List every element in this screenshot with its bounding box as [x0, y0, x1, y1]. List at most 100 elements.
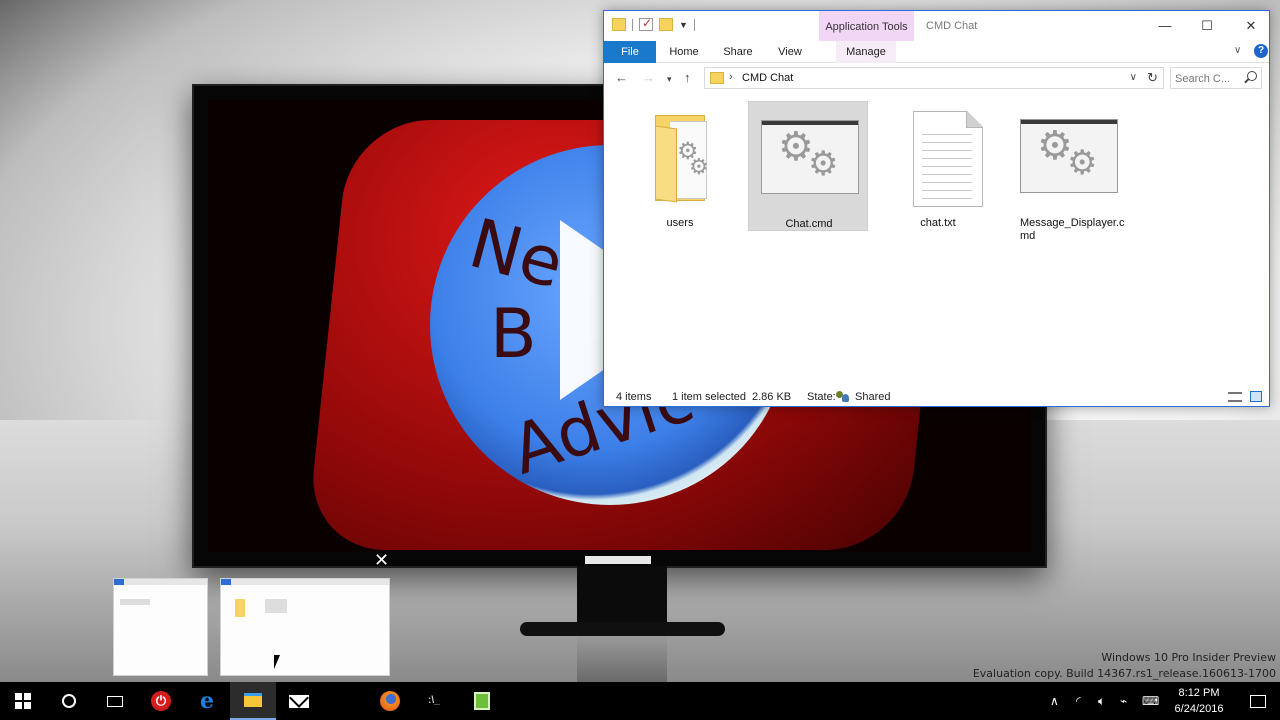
toolbar-separator — [693, 18, 695, 31]
clock-time: 8:12 PM — [1178, 687, 1220, 699]
mail-icon — [289, 694, 309, 708]
tab-file[interactable]: File — [604, 41, 656, 63]
taskbar-thumbnail-2[interactable] — [220, 578, 390, 676]
address-bar[interactable]: › CMD Chat ∨ ↻ — [704, 67, 1164, 89]
contextual-tab-application-tools: Application Tools — [819, 11, 914, 41]
file-name: Chat.cmd — [785, 218, 833, 230]
new-folder-icon[interactable] — [659, 18, 673, 31]
thumbnail-file-icon — [265, 599, 287, 613]
start-button[interactable] — [0, 682, 46, 720]
file-explorer-button[interactable] — [230, 682, 276, 720]
file-name-line-1: Message_Displayer.c — [1020, 217, 1125, 229]
back-arrow-icon[interactable]: ← — [615, 70, 628, 85]
file-item-chat-cmd[interactable]: ⚙ ⚙ Chat.cmd — [748, 101, 868, 231]
shared-users-icon — [836, 391, 850, 403]
file-item-chat-txt[interactable]: chat.txt — [878, 101, 998, 231]
task-view-button[interactable] — [92, 682, 138, 720]
state-value: Shared — [855, 391, 891, 403]
file-name-line-2: md — [1020, 230, 1036, 242]
details-view-icon[interactable] — [1228, 392, 1242, 402]
forward-arrow-icon[interactable]: → — [642, 70, 655, 85]
thumbnail-titlebar — [221, 579, 389, 585]
keyboard-icon[interactable]: ⌨ — [1142, 682, 1159, 720]
volume-icon[interactable]: 🔈︎ — [1098, 682, 1105, 720]
up-arrow-icon[interactable]: ↑ — [684, 70, 691, 85]
cortana-button[interactable] — [46, 682, 92, 720]
search-icon[interactable] — [1247, 71, 1257, 81]
search-box[interactable] — [1170, 67, 1262, 89]
breadcrumb-chevron-icon[interactable]: › — [729, 71, 733, 83]
thumbnail-line — [120, 599, 150, 605]
text-file-icon — [913, 111, 983, 207]
edge-button[interactable]: e — [184, 682, 230, 720]
properties-icon[interactable] — [639, 16, 653, 31]
file-name: chat.txt — [920, 217, 956, 229]
quick-access-toolbar: ▼ — [612, 16, 695, 31]
notepad-icon — [474, 692, 490, 710]
maximize-button[interactable]: ☐ — [1192, 16, 1222, 36]
file-item-message-displayer-cmd[interactable]: ⚙ ⚙ Message_Displayer.c md — [1008, 101, 1128, 242]
monitor-stand-neck — [577, 566, 667, 626]
watermark-line-1: Windows 10 Pro Insider Preview — [1101, 651, 1276, 664]
monitor-stand-top — [585, 556, 651, 564]
thumbnail-close-icon[interactable]: ✕ — [374, 550, 389, 571]
minimize-button[interactable]: — — [1150, 16, 1180, 36]
mail-button[interactable] — [276, 682, 322, 720]
tab-share[interactable]: Share — [718, 41, 758, 63]
tab-home[interactable]: Home — [664, 41, 704, 63]
notepad-button[interactable] — [459, 682, 505, 720]
notifications-icon — [1250, 694, 1266, 708]
edge-icon: e — [200, 688, 214, 714]
search-input[interactable] — [1175, 71, 1241, 86]
window-title: CMD Chat — [926, 20, 978, 32]
show-hidden-icons-chevron-icon[interactable]: ∧ — [1050, 682, 1059, 720]
network-icon[interactable]: ◜ — [1076, 682, 1081, 720]
action-center-button[interactable] — [1236, 682, 1280, 720]
power-plug-icon[interactable]: ⌁ — [1120, 682, 1127, 720]
thumbnail-titlebar — [114, 579, 207, 585]
logo-letter-b: B — [490, 295, 537, 374]
file-list: ⚙ ⚙ users ⚙ ⚙ Chat.cmd chat.txt ⚙ ⚙ Mess… — [604, 99, 1269, 379]
file-explorer-window: ▼ Application Tools CMD Chat — ☐ ✕ File … — [603, 10, 1270, 407]
monitor-stand-base — [520, 622, 725, 636]
command-prompt-button[interactable]: :\_ — [413, 682, 459, 720]
clock-date: 6/24/2016 — [1174, 703, 1224, 715]
file-explorer-icon — [244, 693, 262, 707]
large-icons-view-icon[interactable] — [1250, 391, 1262, 402]
firefox-button[interactable] — [367, 682, 413, 720]
gear-icon: ⚙ — [1067, 143, 1098, 183]
close-button[interactable]: ✕ — [1236, 16, 1266, 36]
gear-icon: ⚙ — [808, 144, 839, 184]
watermark-line-2: Evaluation copy. Build 14367.rs1_release… — [972, 667, 1276, 680]
file-item-users[interactable]: ⚙ ⚙ users — [620, 101, 740, 231]
breadcrumb[interactable]: CMD Chat — [742, 72, 793, 84]
address-dropdown-icon[interactable]: ∨ — [1130, 72, 1137, 83]
help-icon[interactable]: ? — [1254, 44, 1268, 58]
gear-icon: ⚙ — [689, 155, 709, 180]
navigation-bar: ← → ▾ ↑ › CMD Chat ∨ ↻ — [604, 66, 1269, 92]
evaluation-watermark: Windows 10 Pro Insider Preview Evaluatio… — [973, 650, 1276, 682]
clock[interactable]: 8:12 PM 6/24/2016 — [1168, 685, 1230, 717]
power-icon: ⏻ — [151, 691, 171, 711]
refresh-icon[interactable]: ↻ — [1147, 70, 1158, 86]
cmd-file-icon: ⚙ ⚙ — [1020, 119, 1118, 193]
cmd-icon: :\_ — [428, 695, 440, 706]
tab-view[interactable]: View — [772, 41, 808, 63]
state-label: State: — [807, 391, 836, 403]
logo-letters-ne: Ne — [461, 204, 572, 305]
windows-logo-icon — [14, 692, 32, 710]
taskbar-thumbnail-1[interactable] — [113, 578, 208, 676]
tab-manage[interactable]: Manage — [836, 41, 896, 63]
task-view-icon — [107, 695, 123, 707]
expand-ribbon-chevron-icon[interactable]: ∨ — [1234, 45, 1241, 56]
selection-size: 2.86 KB — [752, 391, 792, 403]
folder-icon: ⚙ ⚙ — [655, 115, 713, 203]
toolbar-separator — [632, 18, 633, 31]
recent-locations-chevron-icon[interactable]: ▾ — [667, 74, 672, 85]
file-name: users — [666, 217, 694, 229]
power-app-button[interactable]: ⏻ — [138, 682, 184, 720]
ribbon-tabs: File Home Share View Manage ∨ ? — [604, 41, 1269, 63]
thumbnail-folder-icon — [235, 599, 245, 617]
customize-toolbar-dropdown-icon[interactable]: ▼ — [679, 20, 688, 30]
title-bar[interactable]: ▼ Application Tools CMD Chat — ☐ ✕ — [604, 11, 1269, 41]
